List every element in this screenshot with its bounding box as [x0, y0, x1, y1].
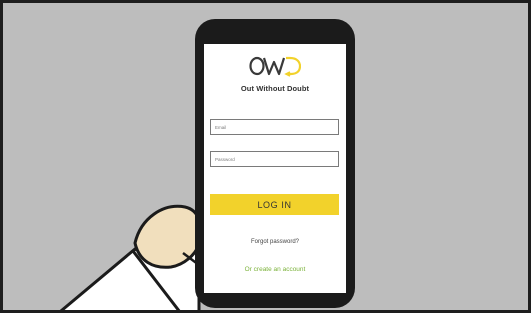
- illustration-frame: Out Without Doubt LOG IN Forgot password…: [0, 0, 531, 313]
- brand-name: Out Without Doubt: [240, 84, 310, 93]
- create-account-link[interactable]: Or create an account: [204, 266, 346, 273]
- owd-logo-icon: [249, 56, 302, 77]
- login-screen: Out Without Doubt LOG IN Forgot password…: [204, 44, 346, 293]
- password-field[interactable]: [210, 151, 339, 167]
- app-logo: [204, 55, 346, 84]
- phone-device: Out Without Doubt LOG IN Forgot password…: [195, 19, 355, 308]
- login-button[interactable]: LOG IN: [210, 194, 339, 215]
- forgot-password-link[interactable]: Forgot password?: [204, 239, 346, 245]
- email-field[interactable]: [210, 119, 339, 135]
